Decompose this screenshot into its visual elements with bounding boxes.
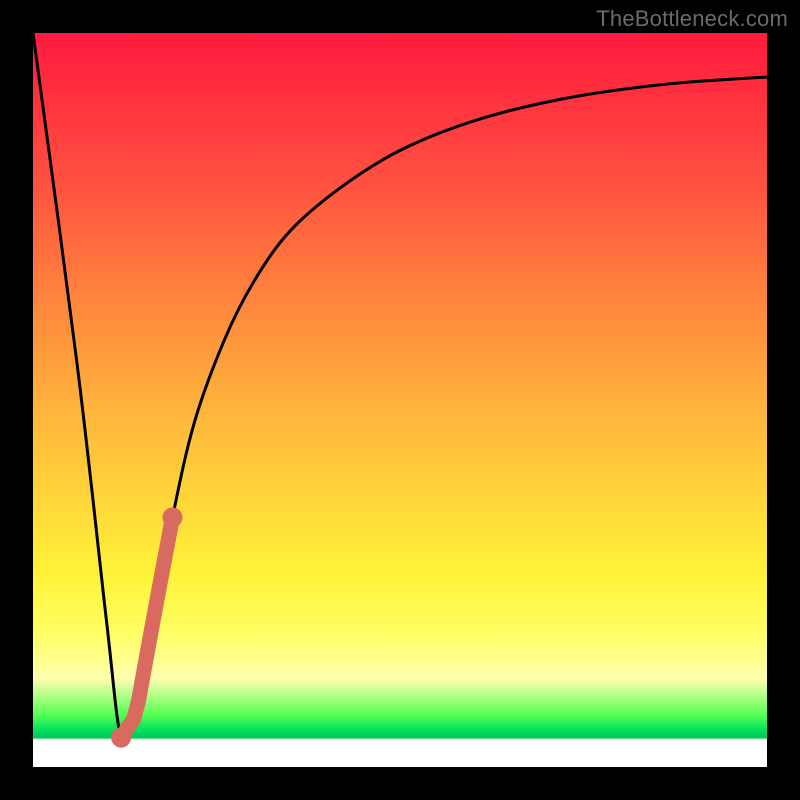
watermark-text: TheBottleneck.com xyxy=(596,6,788,32)
highlight-segment xyxy=(121,517,172,737)
chart-svg xyxy=(33,33,767,767)
highlight-endpoint-high xyxy=(163,507,183,527)
highlight-endpoint-low xyxy=(111,728,131,748)
chart-frame: TheBottleneck.com xyxy=(0,0,800,800)
